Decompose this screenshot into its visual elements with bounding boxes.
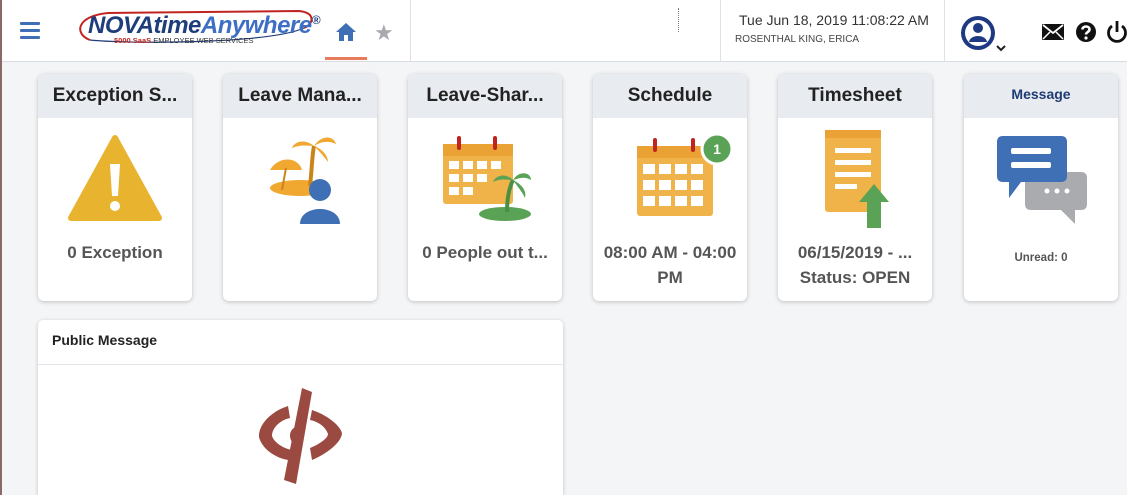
panel-title: Public Message xyxy=(38,320,563,365)
tile-status-text: Unread: 0 xyxy=(1014,252,1068,264)
schedule-time-line2: PM xyxy=(657,268,683,287)
notification-badge: 1 xyxy=(700,132,734,166)
svg-text:1: 1 xyxy=(713,141,721,157)
home-tab[interactable] xyxy=(325,14,367,60)
tile-exception-summary[interactable]: Exception S... 0 Exception xyxy=(38,74,192,301)
user-name: ROSENTHAL KING, ERICA xyxy=(735,34,860,45)
power-icon[interactable] xyxy=(1106,20,1127,49)
timesheet-status: Status: OPEN xyxy=(799,268,911,287)
document-upload-icon xyxy=(778,126,932,230)
tile-timesheet[interactable]: Timesheet 06/15/2019 - ... Status: OPEN xyxy=(778,74,932,301)
calendar-palm-icon xyxy=(408,126,562,230)
tile-title: Leave Mana... xyxy=(223,74,377,118)
user-avatar-icon xyxy=(961,16,1006,52)
divider xyxy=(678,8,679,32)
logo-tagline: 5000 SaaS EMPLOYEE WEB SERVICES xyxy=(114,36,254,45)
vacation-person-icon xyxy=(223,126,377,230)
tile-schedule[interactable]: Schedule 1 08:00 AM - 04:00 PM xyxy=(593,74,747,301)
tile-title: Exception S... xyxy=(38,74,192,118)
tile-title: Timesheet xyxy=(778,74,932,118)
mail-icon[interactable] xyxy=(1042,24,1064,45)
star-icon: ★ xyxy=(374,20,394,45)
schedule-time-line1: 08:00 AM - 04:00 xyxy=(603,243,737,262)
divider xyxy=(944,0,945,62)
user-avatar-button[interactable] xyxy=(959,14,1011,58)
help-icon[interactable] xyxy=(1075,21,1097,48)
tile-title: Leave-Shar... xyxy=(408,74,562,118)
hidden-eye-icon xyxy=(259,388,342,484)
menu-icon[interactable] xyxy=(20,22,40,40)
tile-status-text: 06/15/2019 - ... Status: OPEN xyxy=(778,240,932,290)
tile-leave-sharing[interactable]: Leave-Shar... 0 People out t... xyxy=(408,74,562,301)
home-icon xyxy=(336,23,356,41)
current-datetime: Tue Jun 18, 2019 11:08:22 AM xyxy=(739,12,929,28)
timesheet-period: 06/15/2019 - ... xyxy=(797,243,913,262)
warning-icon xyxy=(38,126,192,230)
tile-title: Message xyxy=(964,74,1118,118)
top-header: NOVAtimeAnywhere® 5000 SaaS EMPLOYEE WEB… xyxy=(2,0,1127,62)
tile-title: Schedule xyxy=(593,74,747,118)
tile-status-text: 08:00 AM - 04:00 PM xyxy=(593,240,747,290)
public-message-panel: Public Message xyxy=(38,320,563,495)
divider xyxy=(410,0,411,62)
favorites-tab[interactable]: ★ xyxy=(374,22,394,44)
tile-leave-management[interactable]: Leave Mana... xyxy=(223,74,377,301)
divider xyxy=(720,0,721,62)
chat-bubbles-icon xyxy=(964,126,1118,230)
novatime-logo: NOVAtimeAnywhere® 5000 SaaS EMPLOYEE WEB… xyxy=(68,10,320,46)
tile-status-text: 0 Exception xyxy=(67,243,163,262)
tile-status-text: 0 People out t... xyxy=(422,243,548,262)
tile-message[interactable]: Message Unread: 0 xyxy=(964,74,1118,301)
